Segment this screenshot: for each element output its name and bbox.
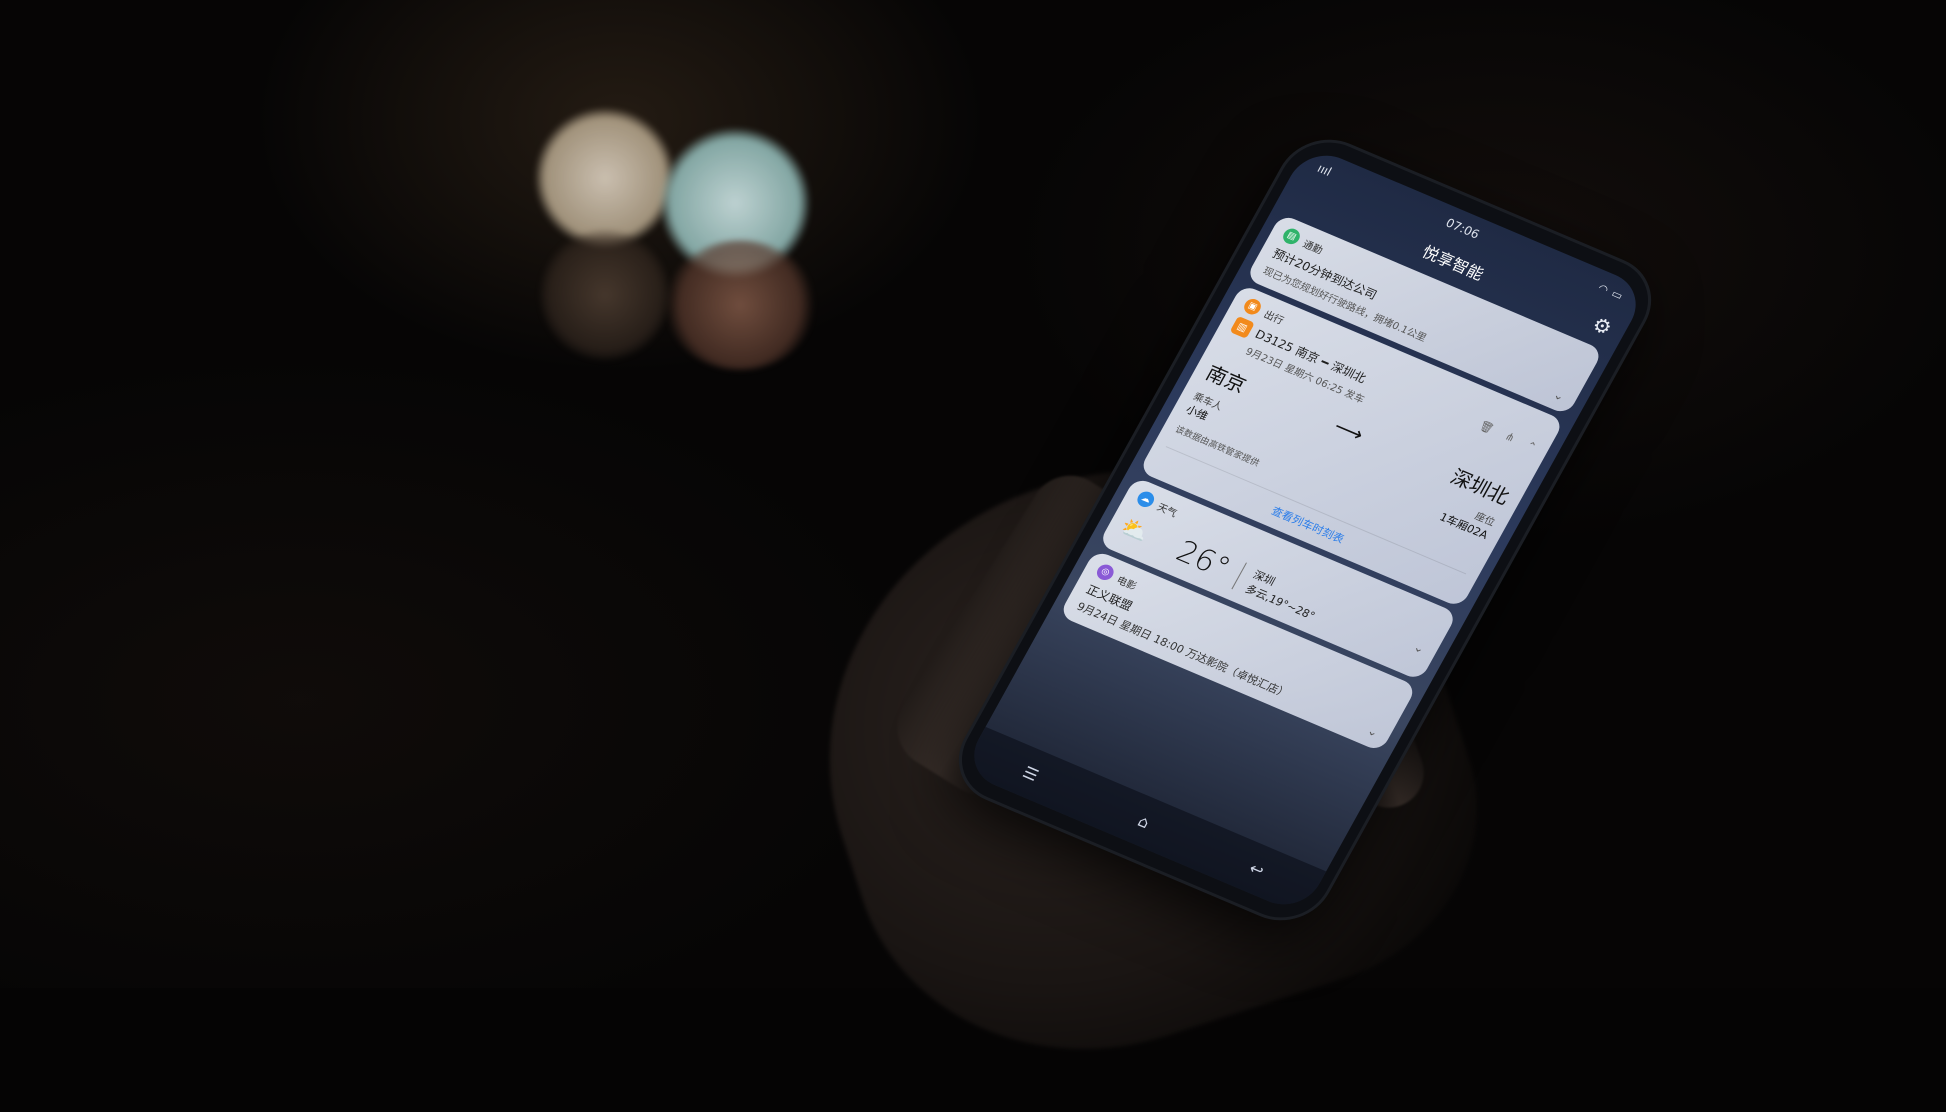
travel-app-name: 出行 xyxy=(1261,309,1286,327)
travel-app-icon: ▣ xyxy=(1241,296,1264,317)
signal-icon: ıııl xyxy=(1314,161,1335,179)
wifi-icon: ◠ xyxy=(1595,281,1611,297)
back-icon[interactable]: ↩ xyxy=(1246,858,1268,880)
gear-icon[interactable]: ⚙ xyxy=(1588,312,1616,340)
arrow-right-icon: ⟶ xyxy=(1330,413,1369,446)
movie-app-name: 电影 xyxy=(1114,574,1139,593)
partly-cloudy-icon: ⛅ xyxy=(1115,514,1154,548)
menu-icon[interactable]: ☰ xyxy=(1020,762,1042,784)
home-icon[interactable]: ⌂ xyxy=(1135,811,1154,832)
movie-app-icon: ◎ xyxy=(1094,562,1117,583)
divider xyxy=(1231,561,1247,589)
status-time: 07:06 xyxy=(1443,215,1482,242)
bokeh-light-4 xyxy=(540,230,670,360)
share-icon[interactable]: ⋔ xyxy=(1503,430,1518,445)
commute-app-name: 通勤 xyxy=(1300,238,1325,257)
commute-app-icon: ▤ xyxy=(1280,226,1303,247)
chevron-up-icon[interactable]: ⌃ xyxy=(1524,439,1539,454)
battery-icon: ▭ xyxy=(1609,286,1626,303)
bokeh-light-1 xyxy=(535,108,675,248)
weather-app-name: 天气 xyxy=(1154,501,1179,520)
bokeh-light-3 xyxy=(665,240,815,370)
train-icon: ▥ xyxy=(1229,315,1255,339)
weather-app-icon: ☁ xyxy=(1134,489,1158,510)
